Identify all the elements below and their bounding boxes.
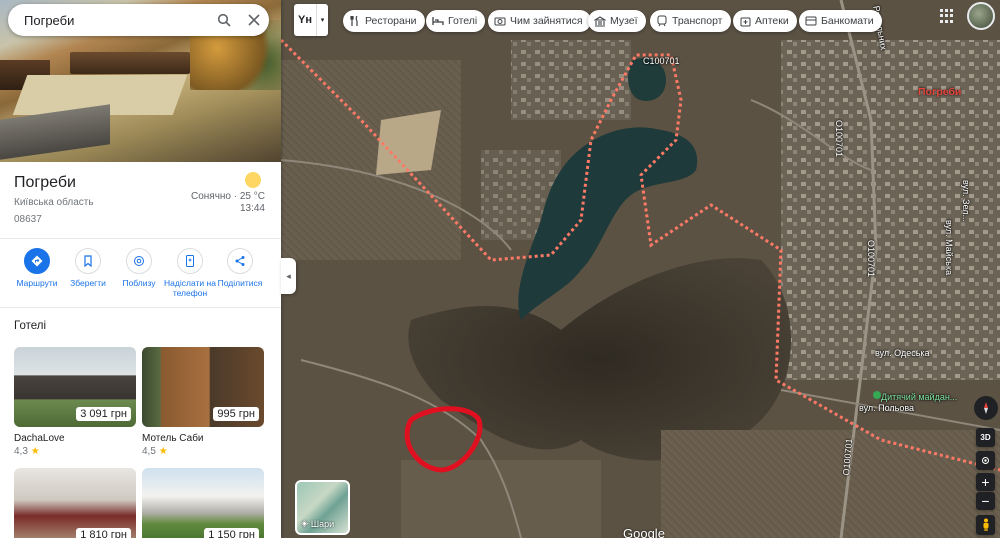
- nearby-icon: [134, 256, 144, 266]
- street-label: вул. Польова: [859, 403, 915, 413]
- collapse-panel-button[interactable]: ◂: [281, 258, 296, 294]
- my-location-button[interactable]: [976, 451, 995, 470]
- hotel-price: 995 грн: [213, 407, 259, 421]
- layers-icon: ◈: [301, 518, 308, 528]
- hotel-price: 1 150 грн: [204, 528, 259, 538]
- divider: [0, 307, 281, 308]
- place-title: Погреби: [14, 174, 76, 191]
- chip-transit[interactable]: Транспорт: [650, 10, 731, 32]
- chip-label: Чим зайнятися: [510, 15, 583, 27]
- action-label: Зберегти: [70, 278, 106, 288]
- place-label[interactable]: Погреби: [918, 86, 961, 98]
- hotel-name[interactable]: Мотель Саби: [142, 433, 264, 444]
- street-label: вул. Одеська: [875, 348, 930, 358]
- hotels-heading: Готелі: [14, 320, 47, 332]
- chip-label: Ресторани: [365, 15, 417, 27]
- restaurant-icon: [349, 15, 361, 27]
- road-label: С100701: [643, 56, 680, 66]
- satellite-imagery: [281, 0, 1000, 538]
- action-label: Поділитися: [217, 278, 263, 288]
- chip-hotels[interactable]: Готелі: [426, 10, 486, 32]
- chevron-down-icon[interactable]: ▾: [316, 4, 328, 36]
- google-logo: Google: [623, 526, 665, 538]
- hotel-icon: [432, 15, 444, 27]
- hotel-price: 3 091 грн: [76, 407, 131, 421]
- road-label: О100701: [866, 240, 876, 278]
- rating-value: 4,3: [14, 446, 28, 457]
- chip-things-to-do[interactable]: Чим зайнятися: [488, 10, 591, 32]
- place-region: Київська область: [14, 197, 94, 208]
- hotel-photo[interactable]: 3 091 грн: [14, 347, 136, 427]
- hotel-rating: 4,5 ★: [142, 446, 264, 457]
- action-label: Маршрути: [16, 278, 58, 288]
- hotel-rating: 4,3 ★: [14, 446, 136, 457]
- star-icon: ★: [158, 446, 168, 457]
- pegman-button[interactable]: [976, 515, 995, 535]
- road-label: О100701: [834, 120, 844, 158]
- hotel-photo[interactable]: 1 150 грн: [142, 468, 264, 538]
- sun-icon: [245, 172, 261, 188]
- close-icon[interactable]: [239, 5, 269, 35]
- pharmacy-icon: [739, 15, 751, 27]
- compass-icon[interactable]: [974, 396, 998, 420]
- chip-label: Банкомати: [821, 15, 874, 27]
- chip-restaurants[interactable]: Ресторани: [343, 10, 425, 32]
- chip-label: Транспорт: [672, 15, 723, 27]
- hotel-name[interactable]: DachaLove: [14, 433, 136, 444]
- hotel-photo[interactable]: 1 810 грн: [14, 468, 136, 538]
- poi-label[interactable]: Дитячий майдан...: [881, 392, 957, 402]
- share-icon: [235, 256, 245, 266]
- directions-button[interactable]: Маршрути: [8, 248, 66, 288]
- hotel-price: 1 810 грн: [76, 528, 131, 538]
- share-button[interactable]: Поділитися: [211, 248, 269, 288]
- atm-icon: [805, 15, 817, 27]
- local-time: 13:44: [239, 203, 265, 214]
- pegman-icon: [983, 518, 988, 531]
- search-box[interactable]: Погреби: [8, 4, 269, 36]
- chip-museums[interactable]: Музеї: [588, 10, 646, 32]
- zoom-out-button[interactable]: −: [976, 492, 995, 510]
- nearby-button[interactable]: Поблизу: [110, 248, 168, 288]
- zoom-in-button[interactable]: +: [976, 473, 995, 491]
- place-postcode: 08637: [14, 214, 42, 225]
- park-icon[interactable]: [873, 391, 881, 399]
- tilt-3d-button[interactable]: 3D: [976, 428, 995, 447]
- chip-label: Музеї: [610, 15, 638, 27]
- chip-label: Аптеки: [755, 15, 789, 27]
- directions-icon: [31, 255, 43, 267]
- send-to-phone-icon: [186, 255, 194, 267]
- chip-pharmacies[interactable]: Аптеки: [733, 10, 797, 32]
- map-type-label: Yн: [298, 14, 312, 26]
- hotel-card[interactable]: 1 810 грн: [14, 468, 136, 538]
- weather-text: Сонячно · 25 °C: [190, 191, 265, 202]
- account-avatar[interactable]: [967, 2, 995, 30]
- hotel-card[interactable]: 3 091 грн DachaLove 4,3 ★: [14, 347, 136, 457]
- hotel-card[interactable]: 995 грн Мотель Саби 4,5 ★: [142, 347, 264, 457]
- chip-label: Готелі: [448, 15, 478, 27]
- museum-icon: [594, 15, 606, 27]
- hotel-photo[interactable]: 995 грн: [142, 347, 264, 427]
- hotel-card[interactable]: 1 150 грн: [142, 468, 264, 538]
- search-icon[interactable]: [209, 5, 239, 35]
- chip-atms[interactable]: Банкомати: [799, 10, 882, 32]
- divider: [0, 238, 281, 239]
- bookmark-icon: [84, 255, 92, 267]
- map-type-button[interactable]: Yн ▾: [294, 4, 328, 36]
- place-panel: Погреби Погреби Київська область 08637 С…: [0, 0, 281, 538]
- location-icon: [982, 457, 989, 464]
- layers-label: Шари: [310, 518, 335, 529]
- apps-grid-icon[interactable]: [940, 9, 954, 23]
- star-icon: ★: [30, 446, 40, 457]
- satellite-map[interactable]: С100701 О100701 О100701 О100701 вул. Оде…: [281, 0, 1000, 538]
- camera-icon: [494, 15, 506, 27]
- street-label: вул. Майська: [944, 220, 954, 276]
- action-label: Поблизу: [122, 278, 156, 288]
- street-label: вул. Зел...: [961, 180, 971, 223]
- layers-toggle-button[interactable]: ◈ Шари: [295, 480, 350, 535]
- rating-value: 4,5: [142, 446, 156, 457]
- transit-icon: [656, 15, 668, 27]
- save-button[interactable]: Зберегти: [59, 248, 117, 288]
- search-input[interactable]: Погреби: [24, 13, 209, 28]
